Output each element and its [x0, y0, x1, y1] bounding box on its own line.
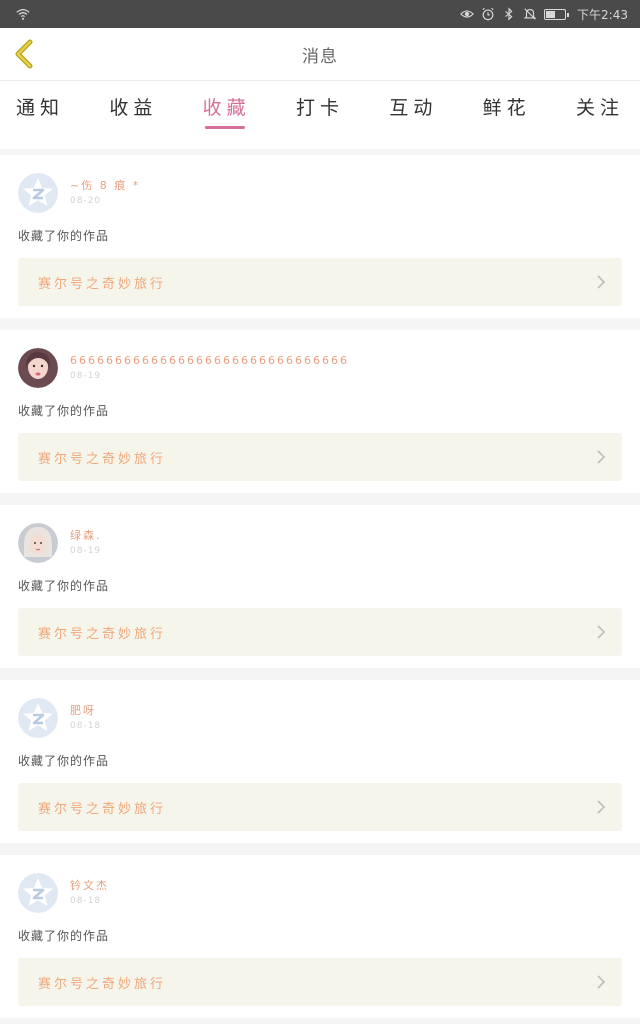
action-text: 收藏了你的作品 [18, 929, 110, 943]
title-bar: 消息 [0, 28, 640, 81]
bluetooth-icon [505, 7, 513, 21]
list-item: ~伤 8 痕 * 08-20 收藏了你的作品 赛尔号之奇妙旅行 [0, 155, 640, 318]
alarm-icon [482, 7, 494, 21]
work-link[interactable]: 赛尔号之奇妙旅行 [18, 608, 622, 656]
list-item: 绿森. 08-19 收藏了你的作品 赛尔号之奇妙旅行 [0, 505, 640, 668]
work-link[interactable]: 赛尔号之奇妙旅行 [18, 958, 622, 1006]
action-text: 收藏了你的作品 [18, 579, 110, 593]
chevron-right-icon [597, 975, 606, 989]
battery-icon [544, 8, 570, 20]
user-photo-avatar-icon[interactable] [18, 348, 58, 388]
tab-interaction[interactable]: 互动 [389, 81, 437, 149]
item-header: 绿森. 08-19 [18, 523, 102, 563]
status-time: 下午2:43 [577, 7, 628, 22]
tab-notification[interactable]: 通知 [16, 81, 64, 149]
action-text: 收藏了你的作品 [18, 229, 110, 243]
chevron-right-icon [597, 450, 606, 464]
wifi-icon [16, 9, 30, 20]
tab-favorites[interactable]: 收藏 [203, 81, 251, 149]
user-photo-avatar-icon[interactable] [18, 523, 58, 563]
work-title: 赛尔号之奇妙旅行 [38, 276, 167, 292]
item-header: 肥呀 08-18 [18, 698, 101, 738]
page-title: 消息 [302, 46, 338, 67]
item-header: ~伤 8 痕 * 08-20 [18, 173, 140, 213]
favorites-list: ~伤 8 痕 * 08-20 收藏了你的作品 赛尔号之奇妙旅行 66666666… [0, 155, 640, 1018]
tab-follow[interactable]: 关注 [576, 81, 624, 149]
work-title: 赛尔号之奇妙旅行 [38, 801, 167, 817]
item-date: 08-18 [70, 721, 102, 731]
default-star-avatar-icon[interactable] [18, 873, 58, 913]
user-name[interactable]: 肥呀 [70, 703, 101, 719]
user-name[interactable]: 6666666666666666666666666666666 [70, 353, 349, 369]
action-text: 收藏了你的作品 [18, 754, 110, 768]
work-link[interactable]: 赛尔号之奇妙旅行 [18, 433, 622, 481]
item-date: 08-19 [70, 371, 102, 381]
default-star-avatar-icon[interactable] [18, 173, 58, 213]
work-link[interactable]: 赛尔号之奇妙旅行 [18, 783, 622, 831]
user-name[interactable]: 绿森. [70, 528, 102, 544]
action-text: 收藏了你的作品 [18, 404, 110, 418]
tab-flowers[interactable]: 鲜花 [483, 81, 531, 149]
chevron-right-icon [597, 625, 606, 639]
chevron-right-icon [597, 275, 606, 289]
default-star-avatar-icon[interactable] [18, 698, 58, 738]
tab-earnings[interactable]: 收益 [109, 81, 157, 149]
eye-icon [460, 10, 474, 18]
work-title: 赛尔号之奇妙旅行 [38, 976, 167, 992]
status-bar: 下午2:43 [0, 0, 640, 28]
tab-bar: 通知 收益 收藏 打卡 互动 鲜花 关注 [0, 81, 640, 149]
list-item: 肥呀 08-18 收藏了你的作品 赛尔号之奇妙旅行 [0, 680, 640, 843]
item-date: 08-18 [70, 896, 102, 906]
chevron-right-icon [597, 800, 606, 814]
item-date: 08-20 [70, 196, 102, 206]
list-item: 钤文杰 08-18 收藏了你的作品 赛尔号之奇妙旅行 [0, 855, 640, 1018]
tab-checkin[interactable]: 打卡 [296, 81, 344, 149]
work-title: 赛尔号之奇妙旅行 [38, 451, 167, 467]
user-name[interactable]: ~伤 8 痕 * [70, 178, 140, 194]
item-date: 08-19 [70, 546, 102, 556]
mute-icon [523, 8, 537, 20]
item-header: 钤文杰 08-18 [18, 873, 109, 913]
chevron-left-icon[interactable] [8, 36, 44, 72]
item-header: 6666666666666666666666666666666 08-19 [18, 348, 349, 388]
list-item: 6666666666666666666666666666666 08-19 收藏… [0, 330, 640, 493]
work-title: 赛尔号之奇妙旅行 [38, 626, 167, 642]
user-name[interactable]: 钤文杰 [70, 878, 109, 894]
work-link[interactable]: 赛尔号之奇妙旅行 [18, 258, 622, 306]
